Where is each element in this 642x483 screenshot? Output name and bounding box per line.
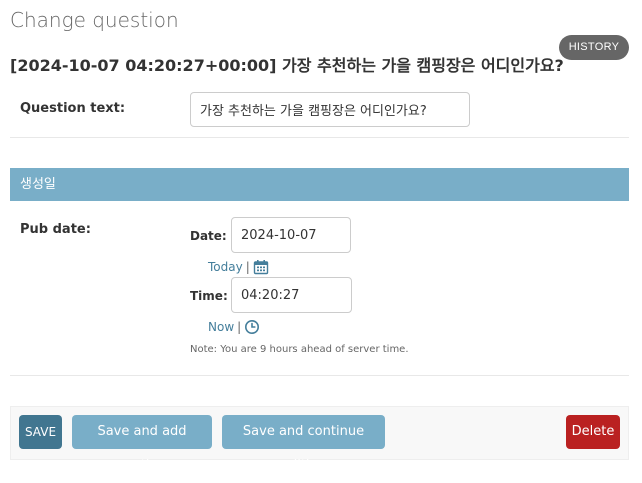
time-label: Time:: [190, 289, 228, 303]
delete-button[interactable]: Delete: [566, 415, 620, 449]
object-title: [2024-10-07 04:20:27+00:00] 가장 추천하는 가을 캠…: [10, 56, 564, 75]
page-title: Change question: [10, 8, 179, 32]
save-and-continue-button[interactable]: Save and continue editing: [222, 415, 385, 473]
clock-icon[interactable]: [244, 319, 260, 335]
calendar-icon[interactable]: [253, 259, 269, 275]
pub-date-label: Pub date:: [20, 222, 91, 237]
question-text-value: 가장 추천하는 가을 캠핑장은 어디인가요?: [200, 104, 427, 119]
question-text-input[interactable]: 가장 추천하는 가을 캠핑장은 어디인가요?: [190, 92, 470, 127]
today-link[interactable]: Today: [208, 260, 243, 274]
shortcut-separator: |: [245, 260, 250, 274]
date-input[interactable]: 2024-10-07: [231, 217, 351, 253]
time-shortcuts: Now |: [208, 319, 260, 335]
date-label: Date:: [190, 229, 227, 243]
shortcut-separator: |: [237, 320, 242, 334]
question-text-label: Question text:: [20, 101, 126, 116]
save-and-add-another-button[interactable]: Save and add another: [72, 415, 212, 473]
history-button[interactable]: HISTORY: [559, 35, 629, 60]
time-input[interactable]: 04:20:27: [231, 277, 352, 313]
date-value: 2024-10-07: [241, 227, 317, 243]
save-button[interactable]: SAVE: [19, 415, 62, 449]
date-shortcuts: Today |: [208, 259, 269, 275]
row-divider: [10, 375, 629, 376]
row-divider: [10, 137, 629, 138]
now-link[interactable]: Now: [208, 320, 234, 334]
time-value: 04:20:27: [241, 287, 300, 303]
timezone-note: Note: You are 9 hours ahead of server ti…: [190, 344, 409, 355]
fieldset-header: 생성일: [10, 168, 629, 201]
